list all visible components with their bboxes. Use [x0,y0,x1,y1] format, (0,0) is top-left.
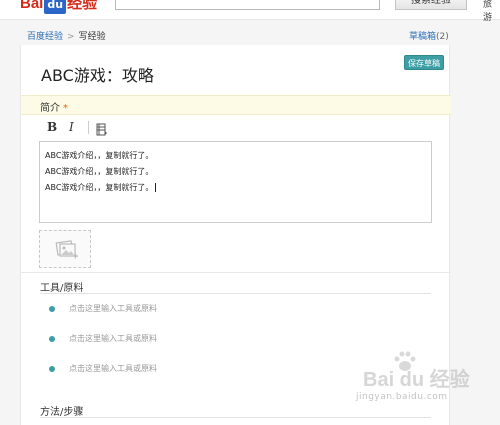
intro-line: ABC游戏介绍，，复制就行了。 [45,183,154,192]
save-draft-button[interactable]: 保存草稿 [404,55,444,70]
bullet-dot-icon [49,306,55,312]
bullet-dot-icon [49,366,55,372]
article-title[interactable]: ABC游戏：攻略 [41,62,154,86]
watermark-text: Bai du 经验 [363,369,470,391]
search-input[interactable] [115,0,380,10]
intro-line-last: ABC游戏介绍，，复制就行了。 [45,182,157,193]
logo-baidu-text: Bai [20,0,44,12]
breadcrumb-current: 写经验 [78,32,106,42]
breadcrumb-separator: > [67,32,75,42]
tool-item-placeholder[interactable]: 点击这里输入工具或原料 [69,363,157,374]
baidu-jingyan-logo[interactable]: Bai du 经验 [20,0,98,14]
section-divider [21,272,451,273]
top-nav-link[interactable]: 旅游 [483,0,500,23]
intro-line: ABC游戏介绍，，复制就行了。 [45,151,154,160]
required-mark: * [63,103,68,114]
breadcrumb: 百度经验 > 写经验 [27,29,106,42]
bold-button[interactable]: B [47,120,57,134]
breadcrumb-home-link[interactable]: 百度经验 [27,32,63,42]
watermark: Bai du 经验 jingyan.baidu.com [356,350,476,420]
intro-label: 简介 * [40,99,68,114]
logo-du-text: du [44,0,67,14]
text-cursor [155,183,157,192]
drafts-count: (2) [436,32,449,42]
toolbar-divider [88,121,89,134]
image-upload-button[interactable] [39,230,91,268]
intro-line: ABC游戏介绍，，复制就行了。 [45,167,154,176]
watermark-url: jingyan.baidu.com [356,392,448,402]
intro-section-header: 简介 * [21,95,451,115]
drafts-link[interactable]: 草稿箱(2) [409,29,449,42]
page: Bai du 经验 搜索经验 旅游 百度经验 > 写经验 草稿箱(2) ABC游戏：攻略… [0,0,500,425]
italic-button[interactable]: I [69,120,74,134]
intro-label-text: 简介 [40,103,60,114]
search-button[interactable]: 搜索经验 [395,0,467,10]
steps-section-title: 方法/步骤 [40,407,84,418]
top-header: Bai du 经验 搜索经验 旅游 [0,0,500,23]
bullet-dot-icon [49,336,55,342]
tool-item-placeholder[interactable]: 点击这里输入工具或原料 [69,333,157,344]
intro-editor[interactable]: ABC游戏介绍，，复制就行了。 ABC游戏介绍，，复制就行了。 ABC游戏介绍，… [39,141,432,223]
tools-section-title: 工具/原料 [40,283,84,294]
insert-media-icon[interactable] [96,121,108,136]
drafts-label: 草稿箱 [409,32,437,42]
tools-section-rule [40,293,431,294]
add-image-icon [55,240,78,259]
logo-jingyan-text: 经验 [67,0,98,12]
tool-item-placeholder[interactable]: 点击这里输入工具或原料 [69,303,157,314]
